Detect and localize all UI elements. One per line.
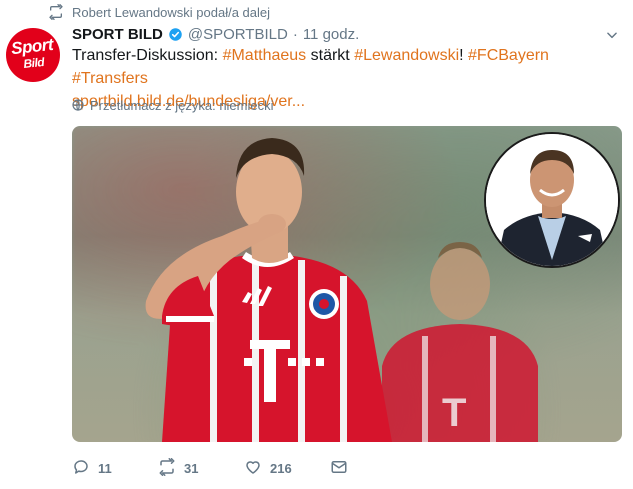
chevron-down-icon[interactable] — [605, 28, 619, 42]
verified-badge-icon — [168, 27, 183, 42]
retweet-context-text[interactable]: Robert Lewandowski podał/a dalej — [72, 5, 270, 20]
tweet-text-prefix: Transfer-Diskussion: — [72, 47, 223, 64]
author-handle[interactable]: @SPORTBILD — [188, 26, 288, 43]
heart-icon — [244, 458, 262, 479]
reply-count: 11 — [98, 460, 112, 476]
translate-tweet[interactable]: Przetłumacz z języka: niemiecki — [72, 96, 274, 114]
tweet-timestamp[interactable]: 11 godz. — [303, 26, 359, 43]
tweet-actions: 11 31 216 — [72, 456, 348, 480]
direct-message-button[interactable] — [330, 458, 348, 479]
hashtag-fcbayern[interactable]: #FCBayern — [468, 47, 549, 64]
retweet-icon — [48, 4, 64, 20]
sport-bild-logo: Sport Bild — [10, 34, 54, 71]
retweet-count: 31 — [184, 460, 199, 476]
avatar[interactable]: Sport Bild — [6, 28, 60, 82]
hashtag-lewandowski[interactable]: #Lewandowski — [354, 47, 459, 64]
tweet-text-exclamation: ! — [459, 47, 469, 64]
like-count: 216 — [270, 460, 292, 476]
reply-icon — [72, 458, 90, 479]
retweet-button[interactable]: 31 — [158, 457, 244, 479]
tweet-photo[interactable]: T — [72, 126, 622, 442]
reply-button[interactable]: 11 — [72, 458, 158, 479]
hashtag-transfers[interactable]: #Transfers — [72, 70, 148, 87]
tweet-text-middle: stärkt — [306, 47, 355, 64]
envelope-icon — [330, 458, 348, 479]
like-button[interactable]: 216 — [244, 458, 330, 479]
globe-icon — [72, 99, 84, 111]
translate-label: Przetłumacz z języka: niemiecki — [90, 97, 274, 113]
main-player-image — [145, 138, 392, 442]
retweet-icon — [158, 457, 176, 479]
separator-dot: · — [292, 25, 298, 43]
tweet-header: SPORT BILD @SPORTBILD · 11 godz. — [72, 24, 359, 44]
retweet-context: Robert Lewandowski podał/a dalej — [48, 2, 270, 22]
author-name[interactable]: SPORT BILD — [72, 26, 163, 43]
inset-portrait-image — [484, 132, 620, 268]
hashtag-matthaeus[interactable]: #Matthaeus — [223, 47, 307, 64]
svg-text:T: T — [442, 391, 466, 435]
